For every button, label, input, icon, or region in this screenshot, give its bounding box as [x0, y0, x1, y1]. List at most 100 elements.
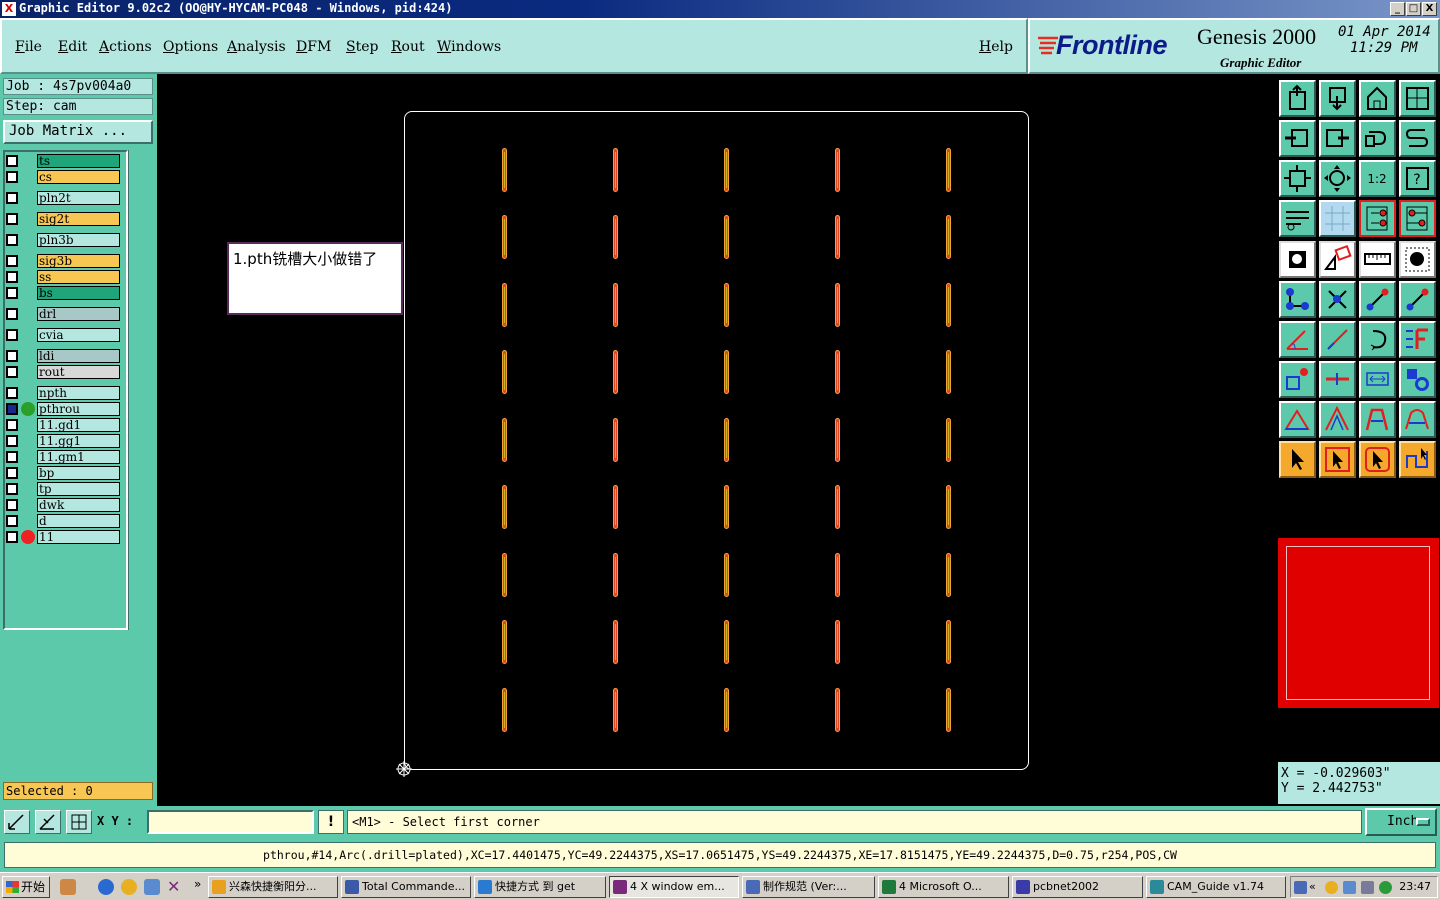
slot-feature[interactable] [946, 283, 951, 327]
menu-analysis[interactable]: Analysis [227, 39, 286, 55]
layer-row-sig3b[interactable]: sig3b [4, 254, 120, 268]
zoom-center-icon[interactable] [1319, 160, 1356, 197]
round-pad-icon[interactable] [1399, 241, 1436, 278]
zoom-fit-icon[interactable] [1279, 160, 1316, 197]
quicklaunch-more-icon[interactable]: » [194, 877, 201, 891]
layer-row-rout[interactable]: rout [4, 365, 120, 379]
pad-icon[interactable] [1279, 241, 1316, 278]
tray-security-icon[interactable] [1379, 881, 1392, 894]
layer-checkbox[interactable] [6, 350, 18, 362]
slot-feature[interactable] [613, 620, 618, 664]
slot-feature[interactable] [946, 553, 951, 597]
unit-selector[interactable]: Inch [1365, 808, 1437, 836]
quicklaunch-app-icon[interactable] [60, 879, 76, 895]
line-center-icon[interactable] [1319, 361, 1356, 398]
layer-checkbox[interactable] [6, 308, 18, 320]
taskbar-task[interactable]: 4 Microsoft O... [878, 876, 1009, 898]
window-split-icon[interactable] [1399, 80, 1436, 117]
tray-clock-icon[interactable] [1325, 881, 1338, 894]
layer-row-11-gm1[interactable]: 11.gm1 [4, 450, 120, 464]
slot-feature[interactable] [613, 148, 618, 192]
tray-expand-icon[interactable]: « [1309, 880, 1316, 893]
slot-feature[interactable] [946, 620, 951, 664]
slot-feature[interactable] [946, 148, 951, 192]
pad-snap-icon[interactable] [1279, 361, 1316, 398]
slot-feature[interactable] [946, 485, 951, 529]
ruler-icon[interactable] [1359, 241, 1396, 278]
layer-row-pln2t[interactable]: pln2t [4, 191, 120, 205]
layer-row-11[interactable]: 11 [4, 530, 120, 544]
start-button[interactable]: 开始 [2, 876, 50, 898]
taskbar-task[interactable]: 制作规范 (Ver:... [742, 876, 875, 898]
taskbar-task[interactable]: CAM_Guide v1.74 [1146, 876, 1286, 898]
menu-dfm[interactable]: DFM [296, 39, 331, 55]
slot-feature[interactable] [724, 485, 729, 529]
slot-feature[interactable] [502, 283, 507, 327]
slot-feature[interactable] [946, 350, 951, 394]
measure-tools-icon[interactable] [1279, 200, 1316, 237]
layer-row-bp[interactable]: bp [4, 466, 120, 480]
line-move-icon[interactable] [1399, 281, 1436, 318]
slot-feature[interactable] [613, 418, 618, 462]
slot-feature[interactable] [835, 553, 840, 597]
select-path-icon[interactable] [1399, 441, 1436, 478]
grid-snap-icon[interactable] [66, 810, 92, 834]
slot-feature[interactable] [613, 283, 618, 327]
slot-feature[interactable] [613, 215, 618, 259]
peak-icon[interactable] [1319, 401, 1356, 438]
open-step-icon[interactable] [1279, 80, 1316, 117]
close-button[interactable]: X [1422, 2, 1437, 16]
angle-icon[interactable] [1279, 321, 1316, 358]
slot-feature[interactable] [502, 215, 507, 259]
tray-network-icon[interactable] [1343, 881, 1356, 894]
layer-row-ss[interactable]: ss [4, 270, 120, 284]
layer-checkbox[interactable] [6, 171, 18, 183]
layer-checkbox[interactable] [6, 255, 18, 267]
layer-row-npth[interactable]: npth [4, 386, 120, 400]
layer-row-pthrou[interactable]: pthrou [4, 402, 120, 416]
layer-list-scrollbar[interactable] [128, 150, 154, 630]
quicklaunch-doc-icon[interactable] [144, 879, 160, 895]
layer-row-d[interactable]: d [4, 514, 120, 528]
slot-feature[interactable] [724, 620, 729, 664]
slash-line-icon[interactable] [1319, 321, 1356, 358]
arc-icon[interactable] [1359, 321, 1396, 358]
slot-feature[interactable] [502, 148, 507, 192]
layer-row-cs[interactable]: cs [4, 170, 120, 184]
snap-to-center-icon[interactable] [1359, 200, 1396, 237]
slot-feature[interactable] [724, 215, 729, 259]
slot-feature[interactable] [835, 148, 840, 192]
shapes-icon[interactable] [1399, 361, 1436, 398]
layer-row-drl[interactable]: drl [4, 307, 120, 321]
layer-checkbox[interactable] [6, 366, 18, 378]
layer-checkbox[interactable] [6, 213, 18, 225]
layer-checkbox[interactable] [6, 435, 18, 447]
job-matrix-button[interactable]: Job Matrix ... [3, 120, 153, 144]
arch-round-icon[interactable] [1399, 401, 1436, 438]
taskbar-task[interactable]: 4 X window em... [609, 876, 739, 898]
slot-feature[interactable] [724, 283, 729, 327]
graphic-canvas[interactable]: 1.pth铣槽大小做错了 [157, 74, 1277, 806]
ie-browser-icon[interactable] [98, 879, 114, 895]
slot-feature[interactable] [835, 620, 840, 664]
slot-feature[interactable] [613, 553, 618, 597]
delete-node-icon[interactable] [1319, 281, 1356, 318]
slot-feature[interactable] [502, 620, 507, 664]
menu-actions[interactable]: Actions [99, 39, 152, 55]
maximize-button[interactable]: □ [1406, 2, 1421, 16]
pan-right-icon[interactable] [1319, 120, 1356, 157]
menu-help[interactable]: Help [979, 39, 1013, 55]
dimension-icon[interactable] [1359, 361, 1396, 398]
layer-checkbox[interactable] [6, 515, 18, 527]
layer-checkbox[interactable] [6, 287, 18, 299]
zoom-1-to-2-icon[interactable]: 1:2 [1359, 160, 1396, 197]
layer-row-bs[interactable]: bs [4, 286, 120, 300]
slot-feature[interactable] [724, 350, 729, 394]
snap-angle-icon[interactable] [35, 810, 61, 834]
warning-button[interactable]: ! [318, 810, 344, 834]
layer-row-ldi[interactable]: ldi [4, 349, 120, 363]
select-pointer-icon[interactable] [1279, 441, 1316, 478]
connect-nodes-icon[interactable] [1279, 281, 1316, 318]
layer-checkbox[interactable] [6, 234, 18, 246]
taskbar-task[interactable]: 兴森快捷衡阳分... [208, 876, 338, 898]
